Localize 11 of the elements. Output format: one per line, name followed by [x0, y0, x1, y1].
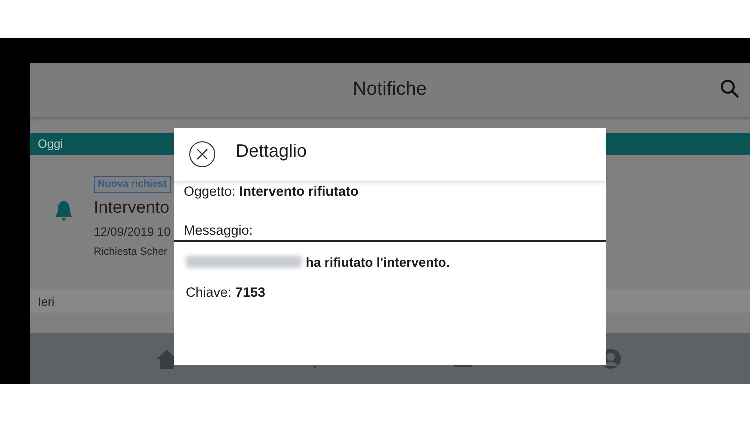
status-tag: Nuova richiest	[94, 176, 171, 193]
notification-text: Richiesta Scher	[94, 246, 168, 258]
message-text: ha rifiutato l'intervento.	[306, 254, 450, 270]
search-icon[interactable]	[720, 79, 740, 99]
notification-title: Intervento	[94, 198, 170, 218]
notification-date: 12/09/2019 10	[94, 225, 171, 239]
subject-line: Oggetto: Intervento rifiutato	[183, 184, 360, 199]
message-label: Messaggio:	[183, 223, 254, 240]
bell-icon	[54, 200, 74, 222]
screen-title: Notifiche	[353, 79, 427, 101]
close-icon[interactable]	[189, 141, 216, 168]
